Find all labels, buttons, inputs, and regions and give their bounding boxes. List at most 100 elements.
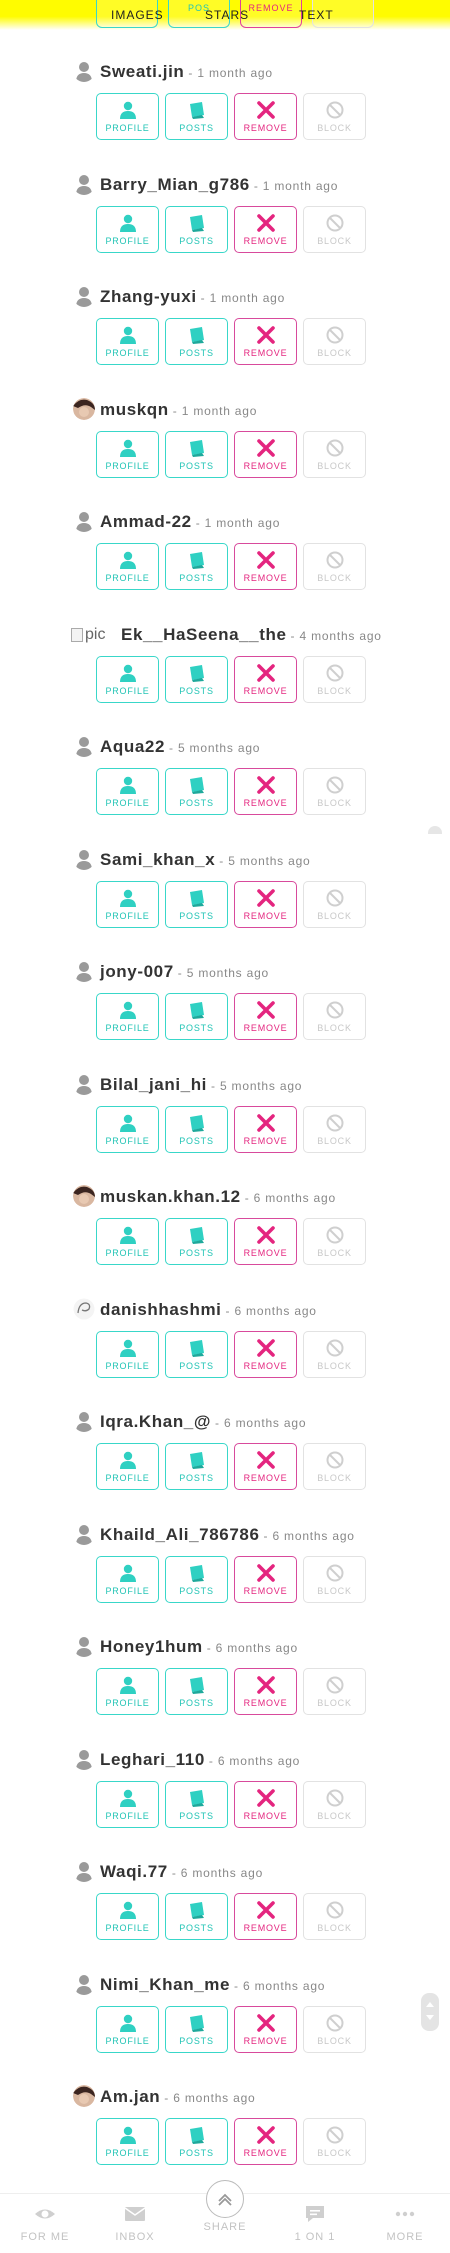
block-button[interactable]: BLOCK [303, 1105, 366, 1153]
username[interactable]: Iqra.Khan_@ [100, 1412, 211, 1431]
block-button[interactable]: BLOCK [303, 1443, 366, 1490]
username[interactable]: Bilal_jani_hi [100, 1075, 207, 1094]
block-button[interactable]: BLOCK [303, 768, 366, 815]
avatar[interactable] [73, 1635, 95, 1657]
avatar[interactable] [73, 2085, 95, 2107]
tab-text[interactable]: TEXT [299, 8, 334, 22]
profile-button[interactable]: PROFILE [96, 1443, 159, 1490]
remove-button[interactable]: REMOVE [234, 655, 297, 703]
block-button[interactable]: BLOCK [303, 1218, 366, 1265]
remove-button[interactable]: REMOVE [234, 543, 297, 590]
posts-button[interactable]: POSTS [165, 1668, 228, 1715]
block-button[interactable]: BLOCK [303, 880, 366, 928]
avatar[interactable] [73, 1860, 95, 1882]
posts-button[interactable]: POSTS [165, 1780, 228, 1828]
remove-button[interactable]: REMOVE [234, 205, 297, 253]
posts-button[interactable]: POSTS [165, 430, 228, 478]
block-button[interactable]: BLOCK [303, 1330, 366, 1378]
block-button[interactable]: BLOCK [303, 318, 366, 365]
posts-button[interactable]: POSTS [165, 1330, 228, 1378]
profile-button[interactable]: PROFILE [96, 2005, 159, 2053]
username[interactable]: Khaild_Ali_786786 [100, 1525, 260, 1544]
username[interactable]: Barry_Mian_g786 [100, 175, 250, 194]
profile-button[interactable]: PROFILE [96, 543, 159, 590]
block-button[interactable]: BLOCK [303, 543, 366, 590]
remove-button[interactable]: REMOVE [234, 430, 297, 478]
block-button[interactable]: BLOCK [303, 93, 366, 140]
profile-button[interactable]: PROFILE [96, 318, 159, 365]
posts-button[interactable]: POSTS [165, 2118, 228, 2165]
posts-button[interactable]: POSTS [165, 880, 228, 928]
posts-button[interactable]: POSTS [165, 993, 228, 1040]
avatar[interactable] [73, 1747, 95, 1770]
avatar[interactable] [73, 960, 95, 982]
profile-button[interactable]: PROFILE [96, 880, 159, 928]
posts-button[interactable]: POSTS [165, 1105, 228, 1153]
remove-button[interactable]: REMOVE [234, 1668, 297, 1715]
nav-for-me[interactable]: FOR ME [5, 2194, 85, 2243]
fast-scroll-handle[interactable] [421, 1993, 439, 2031]
avatar[interactable] [73, 1297, 95, 1320]
tab-images[interactable]: IMAGES [111, 8, 164, 22]
block-button[interactable]: BLOCK [303, 205, 366, 253]
avatar[interactable] [73, 1972, 95, 1995]
avatar[interactable] [73, 1522, 95, 1545]
profile-button[interactable]: PROFILE [96, 2118, 159, 2165]
block-button[interactable]: BLOCK [303, 1893, 366, 1940]
profile-button[interactable]: PROFILE [96, 1105, 159, 1153]
block-button[interactable]: BLOCK [303, 1555, 366, 1603]
posts-button[interactable]: POSTS [165, 1218, 228, 1265]
tab-stars[interactable]: STARS [205, 8, 249, 22]
profile-button[interactable]: PROFILE [96, 768, 159, 815]
posts-button[interactable]: POSTS [165, 768, 228, 815]
remove-button[interactable]: REMOVE [234, 2005, 297, 2053]
block-button[interactable]: BLOCK [303, 430, 366, 478]
remove-button[interactable]: REMOVE [234, 993, 297, 1040]
username[interactable]: Zhang-yuxi [100, 287, 197, 306]
posts-button[interactable]: POSTS [165, 1893, 228, 1940]
posts-button[interactable]: POSTS [165, 655, 228, 703]
username[interactable]: muskqn [100, 400, 169, 419]
profile-button[interactable]: PROFILE [96, 93, 159, 140]
username[interactable]: Ammad-22 [100, 512, 192, 531]
profile-button[interactable]: PROFILE [96, 1330, 159, 1378]
remove-button[interactable]: REMOVE [234, 2118, 297, 2165]
profile-button[interactable]: PROFILE [96, 1218, 159, 1265]
posts-button[interactable]: POSTS [165, 205, 228, 253]
posts-button[interactable]: POSTS [165, 2005, 228, 2053]
share-button[interactable] [206, 2180, 244, 2218]
remove-button[interactable]: REMOVE [234, 318, 297, 365]
remove-button[interactable]: REMOVE [234, 1893, 297, 1940]
posts-button[interactable]: POSTS [165, 1443, 228, 1490]
username[interactable]: Sami_khan_x [100, 850, 215, 869]
remove-button[interactable]: REMOVE [234, 1555, 297, 1603]
nav-share[interactable]: SHARE [185, 2180, 265, 2233]
profile-button[interactable]: PROFILE [96, 1668, 159, 1715]
profile-button[interactable]: PROFILE [96, 993, 159, 1040]
avatar[interactable] [73, 735, 95, 757]
posts-button[interactable]: POSTS [165, 1555, 228, 1603]
nav-inbox[interactable]: INBOX [95, 2194, 175, 2243]
avatar[interactable] [73, 1185, 95, 1207]
remove-button[interactable]: REMOVE [234, 93, 297, 140]
block-button[interactable]: BLOCK [303, 1668, 366, 1715]
nav-more[interactable]: MORE [365, 2194, 445, 2243]
profile-button[interactable]: PROFILE [96, 205, 159, 253]
username[interactable]: jony-007 [100, 962, 174, 981]
avatar[interactable] [73, 510, 95, 532]
profile-button[interactable]: PROFILE [96, 430, 159, 478]
avatar[interactable] [73, 60, 95, 82]
posts-button[interactable]: POSTS [165, 318, 228, 365]
block-button[interactable]: BLOCK [303, 1780, 366, 1828]
username[interactable]: Leghari_110 [100, 1750, 205, 1769]
profile-button[interactable]: PROFILE [96, 1780, 159, 1828]
posts-button[interactable]: POSTS [165, 93, 228, 140]
avatar[interactable] [73, 285, 95, 307]
profile-button[interactable]: PROFILE [96, 655, 159, 703]
posts-button[interactable]: POSTS [165, 543, 228, 590]
tab-remove-partial[interactable]: REMOVE [240, 0, 302, 28]
block-button[interactable]: BLOCK [303, 655, 366, 703]
remove-button[interactable]: REMOVE [234, 1330, 297, 1378]
nav-one-on-one[interactable]: 1 ON 1 [275, 2194, 355, 2243]
username[interactable]: muskan.khan.12 [100, 1187, 241, 1206]
